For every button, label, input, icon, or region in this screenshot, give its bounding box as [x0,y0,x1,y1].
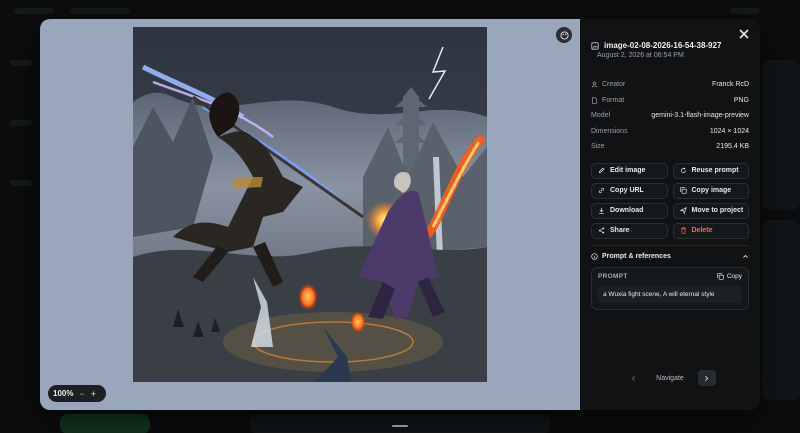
previous-button[interactable] [624,370,642,386]
backdrop-bar [70,8,130,14]
backdrop-card [762,220,800,400]
image-detail-modal: 100% − + image-02-08-2026-16-54-38-927 A… [40,19,760,410]
button-label: Copy URL [610,187,644,194]
palette-icon [559,30,569,40]
backdrop-bar [10,120,32,126]
backdrop-bar [730,8,760,14]
image-viewer[interactable]: 100% − + [40,19,580,410]
prompt-section-header[interactable]: Prompt & references [591,253,749,260]
reuse-prompt-button[interactable]: Reuse prompt [672,162,749,179]
button-label: Delete [691,227,713,234]
send-icon [679,207,687,214]
button-label: Reuse prompt [691,167,739,174]
meta-value: gemini-3.1-flash-image-preview [651,112,749,120]
copy-icon [679,187,687,194]
button-label: Copy image [691,187,732,194]
image-icon [591,41,599,50]
file-title-row: image-02-08-2026-16-54-38-927 [591,41,749,50]
zoom-control: 100% − + [48,385,106,402]
move-to-project-button[interactable]: Move to project [672,202,749,219]
chevron-right-icon [705,375,709,381]
details-panel: image-02-08-2026-16-54-38-927 August 2, … [580,19,760,410]
meta-row-size: Size 2195.4 KB [591,139,749,155]
generated-image[interactable] [133,27,487,382]
backdrop-bar [14,8,54,14]
meta-value: Franck RcD [712,81,749,89]
pencil-icon [598,167,605,174]
delete-button[interactable]: Delete [672,222,749,239]
navigation: Navigate [580,370,760,386]
button-label: Share [610,227,630,234]
info-icon [591,252,598,260]
meta-key: Format [602,96,625,104]
backdrop-card [762,60,800,210]
meta-value: PNG [733,96,749,104]
file-date: August 2, 2026 at 06:54 PM [597,52,684,59]
share-icon [598,227,605,234]
download-button[interactable]: Download [591,202,668,219]
meta-key: Model [591,112,611,120]
meta-row-creator: Creator Franck RcD [591,77,749,93]
button-label: Move to project [691,207,744,214]
edit-image-button[interactable]: Edit image [591,162,668,179]
file-name: image-02-08-2026-16-54-38-927 [604,41,722,50]
meta-value: 1024 × 1024 [709,127,749,135]
meta-key: Dimensions [591,127,628,135]
meta-key: Size [591,143,605,151]
zoom-in-button[interactable]: + [91,389,96,399]
meta-row-model: Model gemini-3.1-flash-image-preview [591,108,749,124]
prompt-section-title: Prompt & references [602,252,671,260]
copy-icon [717,272,724,280]
copy-label: Copy [726,272,742,280]
copy-image-button[interactable]: Copy image [672,182,749,199]
download-icon [599,207,604,214]
meta-row-format: Format PNG [591,93,749,109]
prompt-card: PROMPT Copy a Wuxia fight scene, A will … [591,266,749,310]
link-icon [598,187,605,194]
chevron-up-icon[interactable] [742,253,749,260]
refresh-icon [680,167,686,173]
next-button[interactable] [697,370,716,386]
meta-value: 2195.4 KB [716,143,749,151]
zoom-out-button[interactable]: − [79,389,84,399]
meta-row-dimensions: Dimensions 1024 × 1024 [591,124,749,140]
metadata-list: Creator Franck RcD Format PNG Model gemi… [591,77,749,155]
button-label: Download [610,207,644,214]
button-label: Edit image [610,167,646,174]
backdrop-bar [10,180,32,186]
backdrop-card [60,414,150,433]
action-grid: Edit image Reuse prompt Copy URL Copy im… [591,162,749,239]
section-divider [591,244,749,246]
user-icon [591,81,598,88]
prompt-label: PROMPT [598,272,628,280]
trash-icon [680,227,686,234]
prompt-text: a Wuxia fight scene, A will eternal styl… [598,285,742,303]
backdrop-bar [10,60,32,66]
chevron-left-icon [631,375,635,381]
drag-handle[interactable] [392,425,408,427]
close-icon[interactable] [738,28,750,40]
copy-url-button[interactable]: Copy URL [591,182,668,199]
file-icon [592,97,597,104]
palette-button[interactable] [556,27,572,43]
meta-key: Creator [602,81,626,89]
backdrop-card [250,414,550,433]
zoom-level: 100% [53,389,74,398]
share-button[interactable]: Share [591,222,668,239]
copy-prompt-button[interactable]: Copy [717,273,742,280]
navigate-label: Navigate [656,374,684,382]
